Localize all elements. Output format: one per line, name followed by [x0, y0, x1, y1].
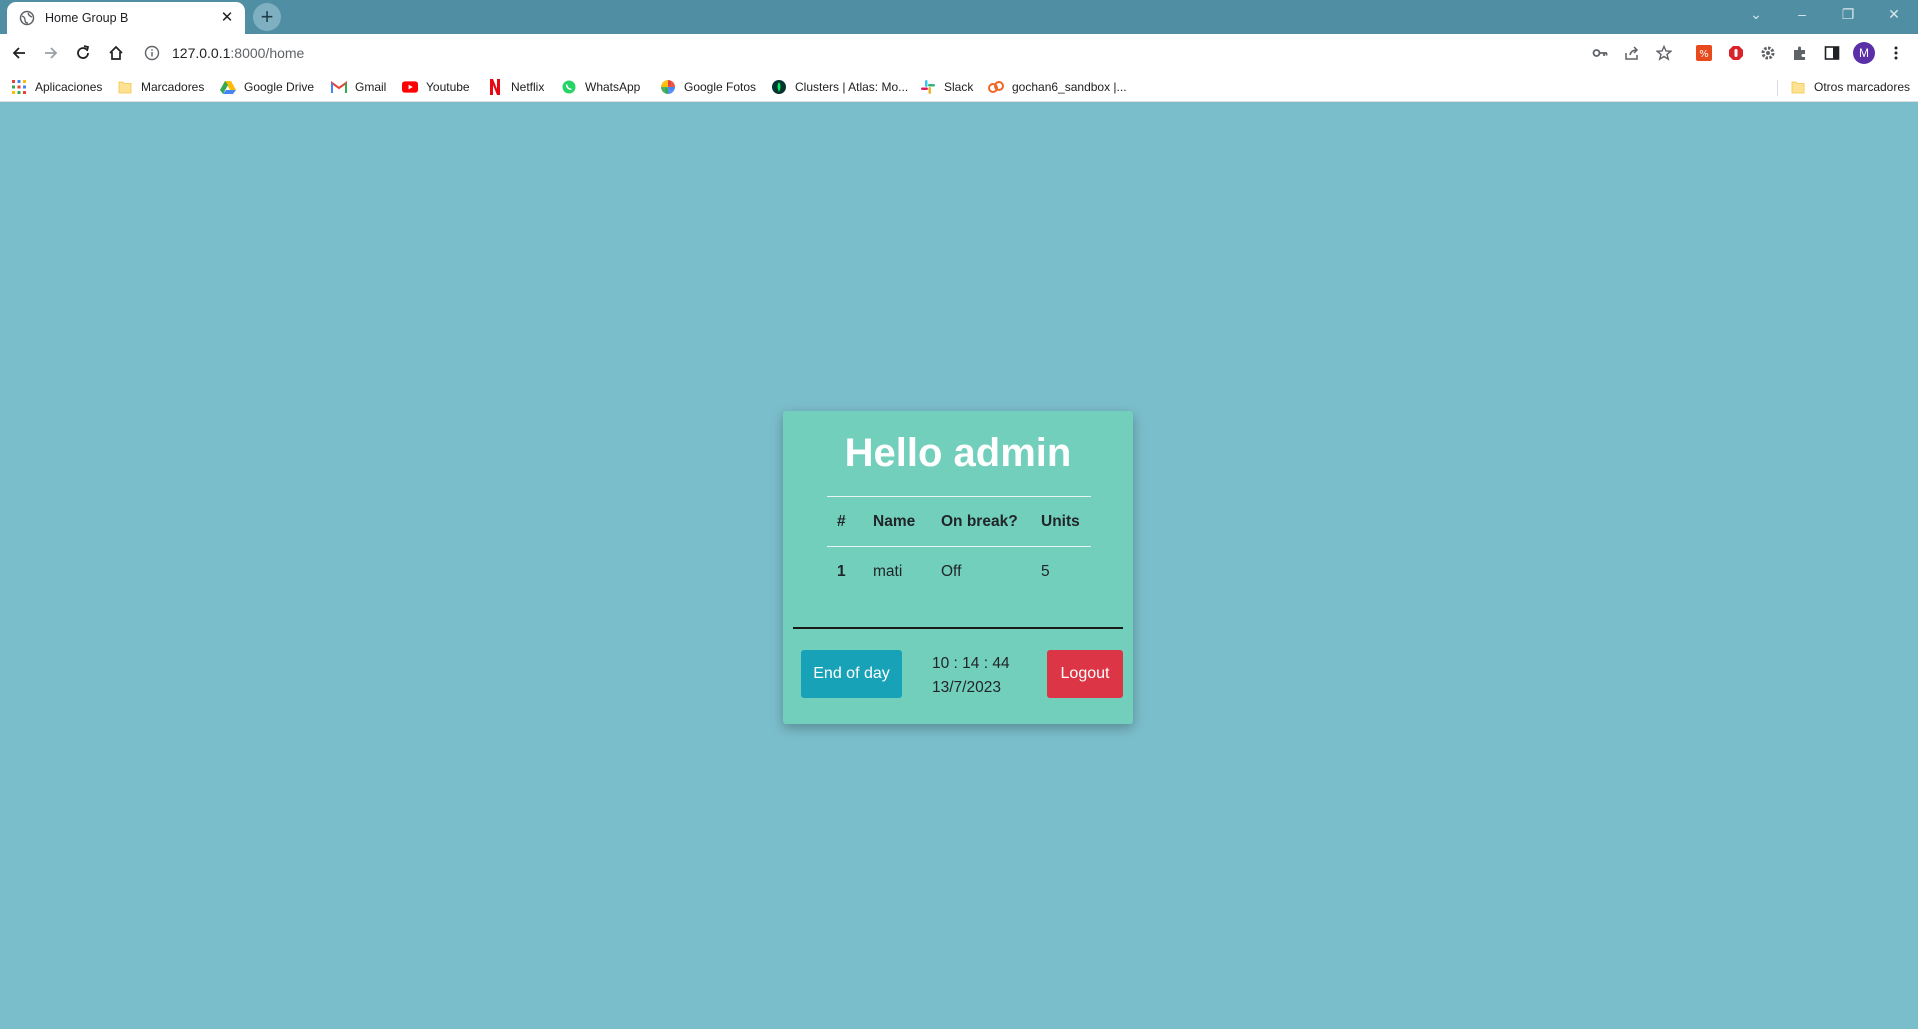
gmail-icon	[331, 79, 347, 95]
tab-search-icon[interactable]: ⌄	[1733, 0, 1779, 30]
bookmark-label: Gmail	[355, 80, 387, 94]
url-host: 127.0.0.1	[172, 45, 231, 61]
bookmark-aplicaciones[interactable]: Aplicaciones	[11, 78, 102, 96]
more-menu-icon[interactable]	[1886, 43, 1906, 63]
google-drive-icon	[220, 79, 236, 95]
folder-icon	[117, 79, 133, 95]
bookmark-label: Marcadores	[141, 80, 205, 94]
bookmark-label: Clusters | Atlas: Mo...	[795, 80, 909, 94]
apps-grid-icon	[11, 79, 27, 95]
youtube-icon	[402, 79, 418, 95]
bookmark-label: Otros marcadores	[1814, 80, 1911, 94]
new-tab-button[interactable]: +	[253, 3, 281, 31]
minimize-icon[interactable]: –	[1779, 0, 1825, 30]
side-panel-icon[interactable]	[1822, 43, 1842, 63]
close-tab-icon[interactable]: ✕	[219, 10, 235, 26]
reload-icon[interactable]	[70, 40, 96, 66]
card-divider	[793, 627, 1123, 629]
browser-toolbar: 127.0.0.1:8000/home % M	[0, 34, 1918, 72]
end-of-day-button[interactable]: End of day	[801, 650, 902, 698]
bookmark-star-icon[interactable]	[1654, 43, 1674, 63]
profile-avatar[interactable]: M	[1853, 42, 1875, 64]
bookmark-netflix[interactable]: Netflix	[487, 78, 544, 96]
sandbox-icon	[988, 79, 1004, 95]
bookmark-label: Slack	[944, 80, 974, 94]
svg-text:%: %	[1699, 49, 1709, 60]
bookmark-label: gochan6_sandbox |...	[1012, 80, 1127, 94]
row-name: mati	[873, 562, 903, 580]
mongodb-icon	[771, 79, 787, 95]
bookmark-gmail[interactable]: Gmail	[331, 78, 386, 96]
bookmark-label: WhatsApp	[585, 80, 641, 94]
bookmark-gochan6-sandbox[interactable]: gochan6_sandbox |...	[988, 78, 1127, 96]
address-bar[interactable]: 127.0.0.1:8000/home	[144, 40, 1544, 66]
tab-strip: Home Group B ✕ + ⌄ – ❐ ✕	[0, 0, 1918, 34]
gear-extension-icon[interactable]	[1758, 43, 1778, 63]
share-icon[interactable]	[1622, 43, 1642, 63]
bookmark-whatsapp[interactable]: WhatsApp	[561, 78, 640, 96]
tab-home-group-b[interactable]: Home Group B ✕	[7, 2, 245, 34]
bookmark-label: Google Drive	[244, 80, 315, 94]
netflix-icon	[487, 79, 503, 95]
greeting-heading: Hello admin	[844, 431, 1072, 475]
column-header-on-break: On break?	[931, 496, 1031, 547]
restore-icon[interactable]: ❐	[1825, 0, 1871, 30]
site-info-icon[interactable]	[144, 45, 160, 61]
password-key-icon[interactable]	[1590, 43, 1610, 63]
table-header-row: # Name On break? Units	[827, 496, 1091, 547]
close-window-icon[interactable]: ✕	[1871, 0, 1917, 30]
clock-date: 13/7/2023	[932, 679, 1001, 696]
clock: 10 : 14 : 44 13/7/2023	[932, 652, 1010, 700]
percent-extension-icon[interactable]: %	[1694, 43, 1714, 63]
bookmark-marcadores[interactable]: Marcadores	[117, 78, 204, 96]
logout-button[interactable]: Logout	[1047, 650, 1123, 698]
back-icon[interactable]	[6, 40, 32, 66]
bookmark-otros-marcadores[interactable]: Otros marcadores	[1790, 78, 1910, 96]
adblock-extension-icon[interactable]	[1726, 43, 1746, 63]
row-number: 1	[837, 562, 846, 580]
whatsapp-icon	[561, 79, 577, 95]
google-photos-icon	[660, 79, 676, 95]
bookmark-label: Youtube	[426, 80, 470, 94]
workers-table: # Name On break? Units 1 mati Off 5	[827, 496, 1091, 597]
column-header-name: Name	[863, 496, 931, 547]
url-path: :8000/home	[230, 45, 305, 61]
forward-icon[interactable]	[38, 40, 64, 66]
clock-time: 10 : 14 : 44	[932, 655, 1010, 672]
tab-title: Home Group B	[45, 11, 129, 25]
row-units: 5	[1041, 562, 1050, 580]
bookmark-label: Netflix	[511, 80, 545, 94]
bookmark-label: Google Fotos	[684, 80, 757, 94]
bookmarks-bar: Aplicaciones Marcadores Google Drive Gma…	[0, 72, 1918, 102]
home-card: Hello admin # Name On break? Units 1 mat…	[783, 411, 1133, 724]
globe-icon	[19, 10, 35, 26]
table-row: 1 mati Off 5	[827, 547, 1091, 597]
bookmark-google-fotos[interactable]: Google Fotos	[660, 78, 756, 96]
folder-icon	[1790, 79, 1806, 95]
bookmark-google-drive[interactable]: Google Drive	[220, 78, 314, 96]
bookmark-atlas-clusters[interactable]: Clusters | Atlas: Mo...	[771, 78, 908, 96]
bookmark-label: Aplicaciones	[35, 80, 103, 94]
puzzle-extensions-icon[interactable]	[1790, 43, 1810, 63]
bookmark-youtube[interactable]: Youtube	[402, 78, 470, 96]
home-icon[interactable]	[103, 40, 129, 66]
slack-icon	[920, 79, 936, 95]
column-header-number: #	[827, 496, 863, 547]
bookmark-slack[interactable]: Slack	[920, 78, 973, 96]
row-on-break: Off	[941, 562, 962, 580]
bookmarks-divider	[1777, 80, 1778, 96]
column-header-units: Units	[1031, 496, 1091, 547]
